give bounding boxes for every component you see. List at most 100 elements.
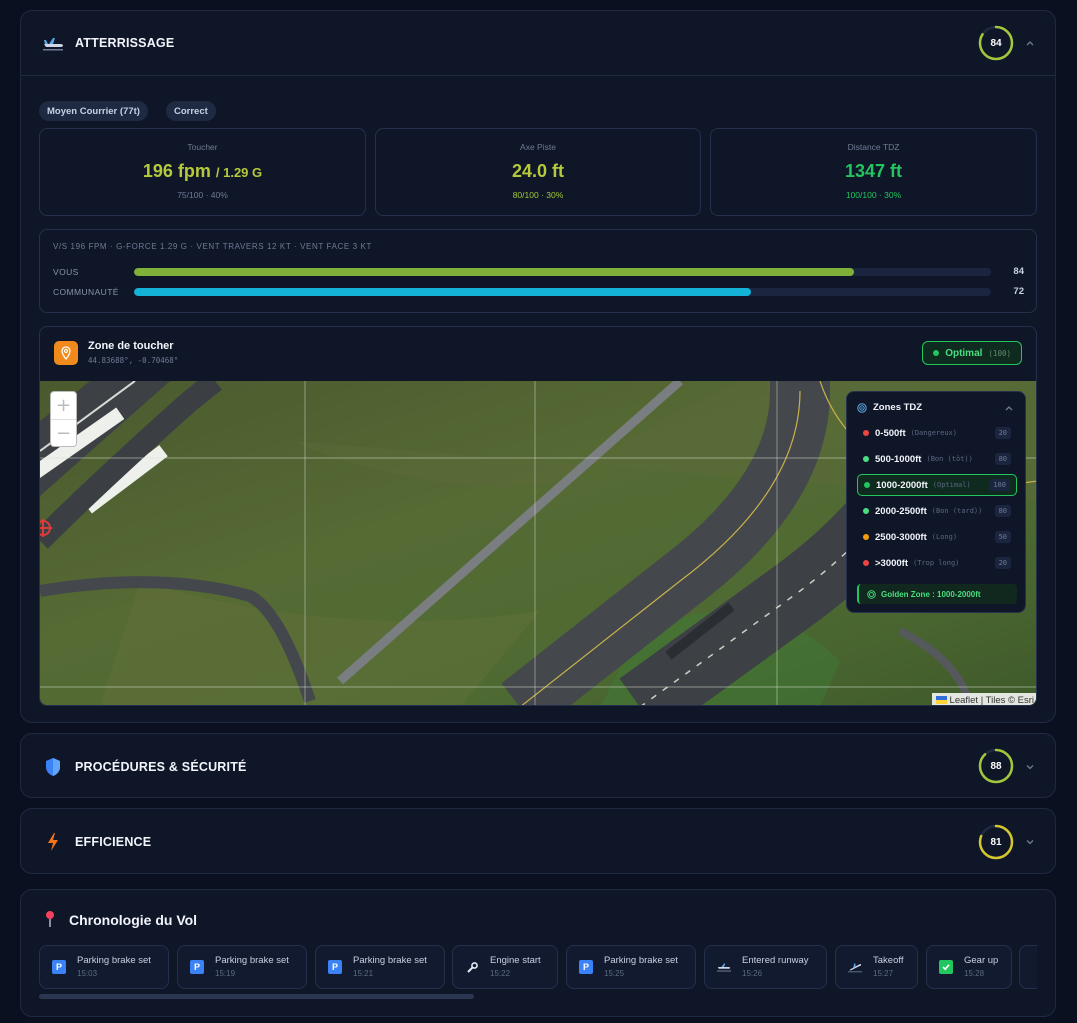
zone-note: (Bon (tôt)) xyxy=(926,455,973,463)
procedures-title: PROCÉDURES & SÉCURITÉ xyxy=(75,759,247,774)
bar-track-community xyxy=(134,288,991,296)
event-name: Gear up xyxy=(964,955,999,966)
tdz-zones-panel: Zones TDZ 0-500ft (Dangereux) 20 500-1000ft… xyxy=(846,391,1026,613)
stat-tdz-distance: Distance TDZ 1347 ft 100/100 · 30% xyxy=(710,128,1037,216)
zone-note: (Dangereux) xyxy=(910,429,957,437)
timeline-event[interactable]: P Parking brake set 15:03 xyxy=(39,945,169,989)
zone-score: 100 xyxy=(989,479,1010,491)
parking-icon: P xyxy=(52,960,66,974)
event-time: 15:21 xyxy=(353,969,374,978)
landing-score-ring: 84 xyxy=(978,25,1014,61)
event-time: 15:03 xyxy=(77,969,98,978)
score-comparison: V/S 196 FPM · G-FORCE 1.29 G · VENT TRAV… xyxy=(39,229,1037,313)
timeline-event[interactable]: P Parking brake set 15:25 xyxy=(566,945,696,989)
bar-fill-you xyxy=(134,268,854,276)
status-dot xyxy=(933,350,940,356)
stat-value: 24.0 ft xyxy=(511,161,565,181)
zone-score: 20 xyxy=(994,557,1011,569)
touchdown-status-badge: Optimal (100) xyxy=(922,341,1022,365)
shield-icon xyxy=(41,755,65,779)
timeline-event[interactable]: P Parking brake set 15:19 xyxy=(177,945,307,989)
landing-header[interactable]: ATTERRISSAGE 84 xyxy=(21,11,1055,75)
location-pin-icon xyxy=(54,341,78,365)
timeline-title: Chronologie du Vol xyxy=(69,912,198,928)
zone-range: 0-500ft xyxy=(875,427,906,439)
takeoff-icon xyxy=(848,960,862,974)
event-time: 15:25 xyxy=(604,969,625,978)
map-zoom-control: + − xyxy=(50,391,77,447)
timeline-scroll-thumb[interactable] xyxy=(39,994,474,999)
landing-section: ATTERRISSAGE 84 Moyen Courrier (77t) Cor… xyxy=(20,10,1056,723)
zone-range: 2000-2500ft xyxy=(875,505,927,517)
zone-color-dot xyxy=(863,456,869,462)
timeline-event[interactable]: Engine start 15:22 xyxy=(452,945,558,989)
zoom-in-button[interactable]: + xyxy=(51,392,76,419)
timeline-event[interactable]: Takeoff 15:27 xyxy=(835,945,918,989)
parking-icon: P xyxy=(190,960,204,974)
chevron-up-icon[interactable] xyxy=(1024,37,1036,49)
efficiency-score-ring: 81 xyxy=(978,824,1014,860)
procedures-header[interactable]: PROCÉDURES & SÉCURITÉ 88 xyxy=(21,734,1055,799)
zone-color-dot xyxy=(863,560,869,566)
event-name: Takeoff xyxy=(873,955,904,966)
zone-color-dot xyxy=(863,508,869,514)
tdz-zone-row: 2000-2500ft (Bon (tard)) 80 xyxy=(857,500,1017,522)
tdz-zone-row: >3000ft (Trop long) 20 xyxy=(857,552,1017,574)
efficiency-title: EFFICIENCE xyxy=(75,835,152,849)
satellite-map[interactable]: + − Leaflet | Tiles © Esri Zones TDZ 0-5… xyxy=(40,381,1036,706)
stat-sub: 80/100 · 30% xyxy=(512,190,564,200)
tdz-zones-header[interactable]: Zones TDZ xyxy=(857,402,922,413)
zone-score: 50 xyxy=(994,531,1011,543)
zone-note: (Trop long) xyxy=(913,559,960,567)
timeline-scrollbar[interactable] xyxy=(39,994,1037,999)
event-time: 15:27 xyxy=(873,969,894,978)
procedures-score: 88 xyxy=(990,760,1002,772)
target-icon xyxy=(857,402,867,413)
event-time: 15:26 xyxy=(742,969,763,978)
stat-sub: 75/100 · 40% xyxy=(177,190,228,200)
zone-color-dot xyxy=(864,482,870,488)
touchdown-zone-header: Zone de toucher 44.83688°, -0.70468° Opt… xyxy=(40,327,1036,381)
landing-plane-icon xyxy=(41,31,65,55)
efficiency-section[interactable]: EFFICIENCE 81 xyxy=(20,808,1056,874)
status-score: (100) xyxy=(988,348,1011,358)
timeline-events[interactable]: P Parking brake set 15:03 P Parking brake se… xyxy=(39,945,1037,991)
stat-value: 1347 ft xyxy=(844,161,903,181)
check-icon xyxy=(939,960,953,974)
stat-label: Toucher xyxy=(187,142,218,152)
timeline-event[interactable]: P Parking brake set 15:21 xyxy=(315,945,445,989)
touchdown-zone-title: Zone de toucher xyxy=(88,340,174,352)
zone-note: (Long) xyxy=(931,533,958,541)
stat-centerline: Axe Piste 24.0 ft 80/100 · 30% xyxy=(375,128,701,216)
zone-range: 500-1000ft xyxy=(875,453,922,465)
zone-range: >3000ft xyxy=(875,557,909,569)
target-icon xyxy=(867,589,876,599)
attribution-text[interactable]: Leaflet | Tiles © Esri xyxy=(950,695,1034,706)
zoom-out-button[interactable]: − xyxy=(51,419,76,446)
zone-range: 2500-3000ft xyxy=(875,531,927,543)
bar-track-you xyxy=(134,268,991,276)
bar-value-you: 84 xyxy=(1013,266,1024,277)
tdz-zone-row: 2500-3000ft (Long) 50 xyxy=(857,526,1017,548)
zone-score: 80 xyxy=(994,505,1011,517)
tdz-zone-row: 500-1000ft (Bon (tôt)) 80 xyxy=(857,448,1017,470)
procedures-section[interactable]: PROCÉDURES & SÉCURITÉ 88 xyxy=(20,733,1056,798)
chevron-down-icon[interactable] xyxy=(1024,836,1036,848)
bar-value-community: 72 xyxy=(1013,286,1024,297)
touchdown-marker-icon[interactable] xyxy=(40,519,52,537)
status-text: Optimal xyxy=(945,347,983,359)
chevron-up-icon[interactable] xyxy=(1003,402,1015,414)
event-name: Parking brake set xyxy=(77,955,151,966)
timeline-event[interactable]: Gear up 15:28 xyxy=(926,945,1012,989)
landing-summary: V/S 196 FPM · G-FORCE 1.29 G · VENT TRAV… xyxy=(53,242,372,251)
tdz-zone-row: 1000-2000ft (Optimal) 100 xyxy=(857,474,1017,496)
bar-fill-community xyxy=(134,288,752,296)
chevron-down-icon[interactable] xyxy=(1024,761,1036,773)
efficiency-header[interactable]: EFFICIENCE 81 xyxy=(21,809,1055,875)
event-time: 15:22 xyxy=(490,969,511,978)
timeline-event[interactable]: Entered runway 15:26 xyxy=(704,945,827,989)
stat-value: 196 fpm / 1.29 G xyxy=(40,161,365,182)
efficiency-score: 81 xyxy=(990,836,1002,848)
event-name: Parking brake set xyxy=(353,955,427,966)
timeline-event-overflow[interactable] xyxy=(1019,945,1037,989)
